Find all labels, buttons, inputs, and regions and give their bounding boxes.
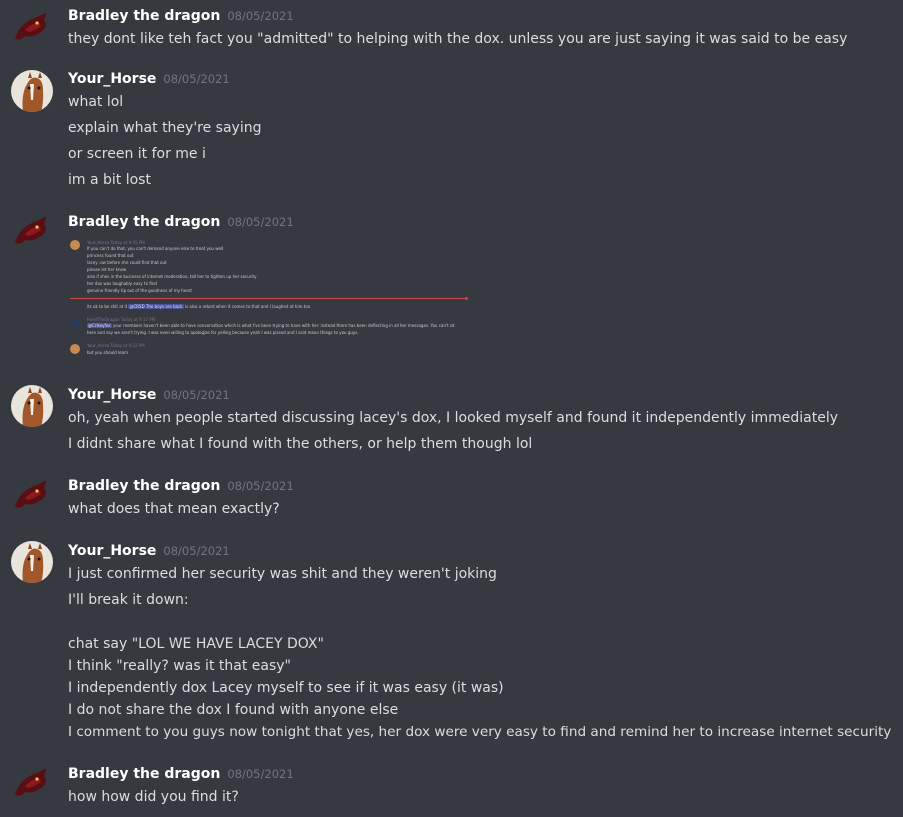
message-text: I think "really? was it that easy" xyxy=(68,658,291,674)
embed-text: its ok to be shit at it xyxy=(87,304,128,309)
username[interactable]: Bradley the dragon xyxy=(68,766,220,782)
horse-avatar-icon[interactable] xyxy=(11,541,53,583)
embed-line: its ok to be shit at it @CRSD The boys a… xyxy=(87,304,310,309)
chat-message-list: Bradley the dragon 08/05/2021 they dont l… xyxy=(0,0,903,817)
message-text: im a bit lost xyxy=(68,172,151,188)
message-text: I independently dox Lacey myself to see … xyxy=(68,680,504,696)
mention-text: @CRSD xyxy=(129,304,145,309)
embed-line: If you can't do that, you can't demand a… xyxy=(87,246,224,251)
username[interactable]: Your_Horse xyxy=(68,387,156,403)
dragon-avatar-icon[interactable] xyxy=(11,764,53,806)
embed-text: your members haven't been able to have c… xyxy=(112,323,455,328)
timestamp: 08/05/2021 xyxy=(163,72,230,86)
timestamp: 08/05/2021 xyxy=(163,388,230,402)
username[interactable]: Your_Horse xyxy=(68,543,156,559)
embed-timestamp: Today at 9:05 PM xyxy=(110,240,145,245)
mention-text: The boys are back xyxy=(145,304,183,309)
embed-line: genuine friendly tip out of the goodness… xyxy=(87,288,192,293)
message-text: how how did you find it? xyxy=(68,789,239,805)
embed-line: but you should learn xyxy=(87,350,129,355)
embed-author: HandTheDragon xyxy=(87,317,120,322)
embed-line: her dox was laughably easy to find xyxy=(87,281,157,286)
embed-line: please let her know xyxy=(87,267,127,272)
timestamp: 08/05/2021 xyxy=(227,767,294,781)
message-text: chat say "LOL WE HAVE LACEY DOX" xyxy=(68,636,324,652)
timestamp: 08/05/2021 xyxy=(227,215,294,229)
embed-timestamp: Today at 9:17 PM xyxy=(120,317,156,322)
timestamp: 08/05/2021 xyxy=(163,544,230,558)
username[interactable]: Your_Horse xyxy=(68,71,156,87)
message-text: I'll break it down: xyxy=(68,592,189,608)
embed-line: @Crikeyfox your members haven't been abl… xyxy=(87,323,455,328)
new-messages-dot xyxy=(465,297,468,300)
embed-author: Your_Horse xyxy=(87,240,110,245)
message-text: they dont like teh fact you "admitted" t… xyxy=(68,31,848,47)
dragon-avatar-icon[interactable] xyxy=(11,212,53,254)
embed-line: lacey :ow before she could find that out xyxy=(87,260,167,265)
message-text: explain what they're saying xyxy=(68,120,262,136)
mention: @Crikeyfox xyxy=(87,323,112,328)
dragon-avatar-icon[interactable] xyxy=(11,476,53,518)
username[interactable]: Bradley the dragon xyxy=(68,8,220,24)
new-messages-divider xyxy=(70,298,468,299)
message-text: what lol xyxy=(68,94,124,110)
message-text: or screen it for me i xyxy=(68,146,206,162)
embed-text: is also a retard when it comes to that a… xyxy=(184,304,311,309)
message-text: oh, yeah when people started discussing … xyxy=(68,410,839,426)
embed-timestamp: Today at 9:22 PM xyxy=(110,343,145,348)
embed-line: princess found that out xyxy=(87,253,134,258)
message-text: I just confirmed her security was shit a… xyxy=(68,566,497,582)
horse-avatar-icon[interactable] xyxy=(11,70,53,112)
username[interactable]: Bradley the dragon xyxy=(68,214,220,230)
username[interactable]: Bradley the dragon xyxy=(68,478,220,494)
timestamp: 08/05/2021 xyxy=(227,9,294,23)
attached-screenshot-image[interactable]: Your_Horse Today at 9:05 PM If you can't… xyxy=(68,238,470,360)
message-text: I didnt share what I found with the othe… xyxy=(68,436,533,452)
embed-line: also if shes in the business of internet… xyxy=(87,274,257,279)
embed-line: here and say we aren't trying. I was eve… xyxy=(87,330,359,335)
user-avatar-icon xyxy=(70,318,80,328)
message-text: what does that mean exactly? xyxy=(68,501,280,517)
horse-avatar-icon xyxy=(70,344,80,354)
timestamp: 08/05/2021 xyxy=(227,479,294,493)
horse-avatar-icon[interactable] xyxy=(11,385,53,427)
mention: @CRSD The boys are back xyxy=(128,304,184,309)
message-text: I do not share the dox I found with anyo… xyxy=(68,702,399,718)
dragon-avatar-icon[interactable] xyxy=(11,8,53,50)
horse-avatar-icon xyxy=(70,240,80,250)
message-text: I comment to you guys now tonight that y… xyxy=(68,724,892,740)
embed-author: Your_Horse xyxy=(87,343,110,348)
